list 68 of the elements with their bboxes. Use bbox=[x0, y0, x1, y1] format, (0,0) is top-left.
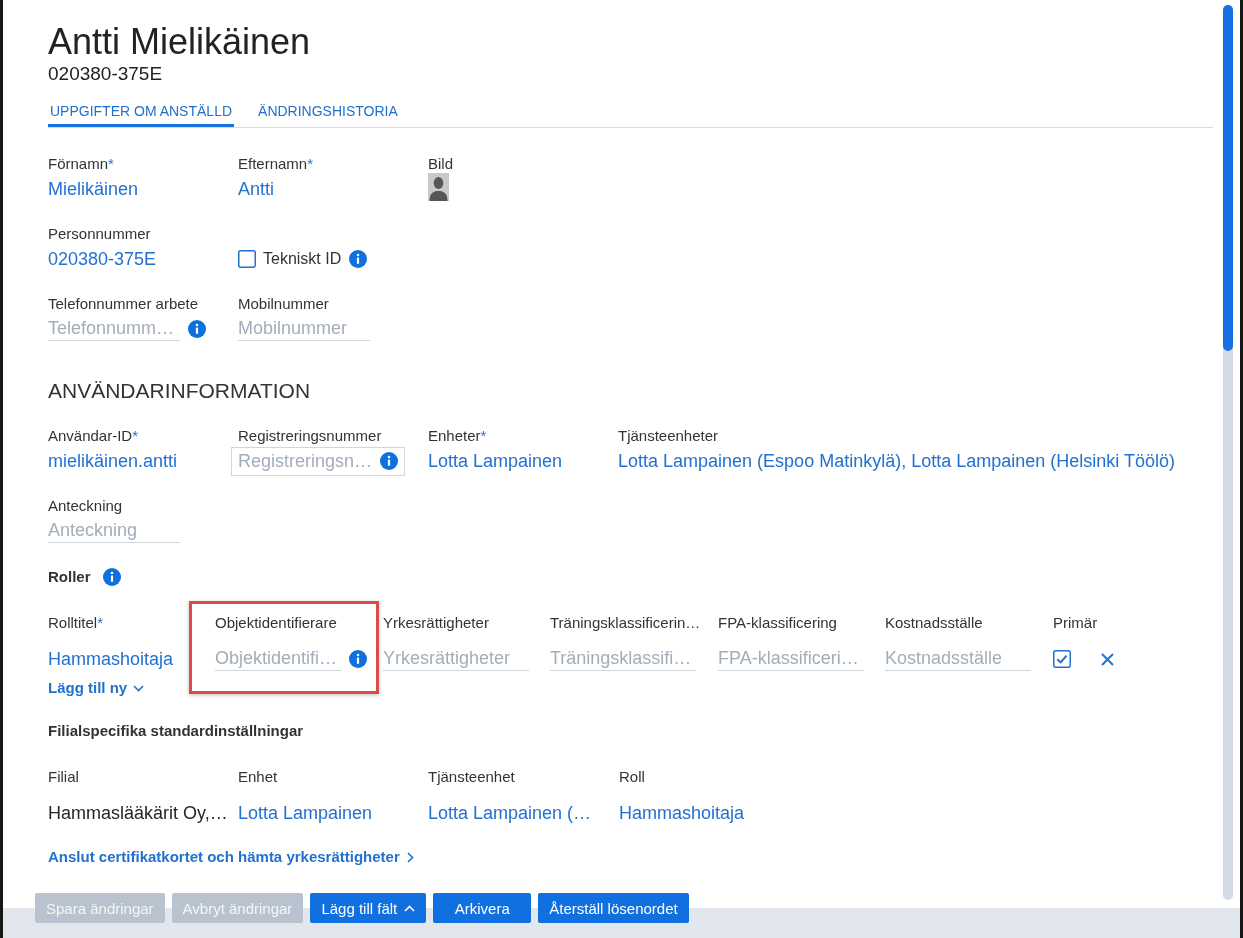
scrollbar-track[interactable] bbox=[1223, 5, 1233, 900]
field-value: mielikäinen.antti bbox=[48, 450, 178, 473]
table-cell[interactable]: Lotta Lampainen bbox=[238, 801, 373, 825]
remove-button[interactable] bbox=[1101, 652, 1114, 666]
checkbox-label: Tekniskt ID bbox=[263, 249, 342, 269]
column-header: Rolltitel* bbox=[48, 614, 104, 631]
field-value: Hammashoitaja bbox=[48, 648, 174, 671]
input-field[interactable]: Yrkesrättigheter bbox=[383, 647, 529, 671]
column-header: Träningsklassificerin… bbox=[550, 614, 701, 631]
column-header: Filial bbox=[48, 768, 79, 786]
column-header: Kostnadsställe bbox=[885, 614, 983, 631]
column-header: Enhet bbox=[238, 768, 278, 786]
table-cell-text: Hammaslääkärit Oy,… bbox=[48, 802, 228, 825]
column-header: FPA-klassificering bbox=[718, 614, 837, 631]
chevron-right-icon bbox=[406, 851, 414, 863]
column-header: Objektidentifierare bbox=[215, 614, 337, 631]
employee-name: Antti Mielikäinen bbox=[48, 21, 312, 63]
certificate-link[interactable]: Anslut certifikatkortet och hämta yrkesrättigheter bbox=[48, 847, 414, 867]
input-field[interactable]: Träningsklassifi… bbox=[550, 647, 696, 671]
input-field[interactable]: Registreringsn… bbox=[231, 446, 405, 476]
field-value: Mielikäinen bbox=[48, 178, 139, 201]
table-cell[interactable]: Hammashoitaja bbox=[619, 801, 745, 825]
info-icon[interactable] bbox=[349, 650, 367, 668]
footer-button[interactable]: Återställ lösenordet bbox=[538, 893, 689, 923]
input-field[interactable]: Mobilnummer bbox=[238, 317, 370, 341]
field-value: Lotta Lampainen bbox=[428, 450, 563, 473]
person-silhouette-icon bbox=[428, 173, 449, 201]
chevron-down-icon bbox=[133, 684, 145, 692]
field-label: Registreringsnummer bbox=[238, 427, 382, 445]
footer-button[interactable]: Arkivera bbox=[433, 893, 532, 923]
column-header: Primär bbox=[1053, 614, 1098, 631]
scrollbar-thumb[interactable] bbox=[1223, 5, 1233, 351]
field-label: Bild bbox=[428, 155, 453, 173]
input-field[interactable]: Telefonnumm… bbox=[48, 317, 180, 341]
employee-id: 020380-375E bbox=[48, 63, 164, 85]
tab[interactable]: ÄNDRINGSHISTORIA bbox=[256, 102, 400, 127]
section-heading: Roller bbox=[48, 567, 91, 587]
field-label: Förnamn* bbox=[48, 155, 114, 173]
table-cell[interactable]: Lotta Lampainen (… bbox=[428, 801, 592, 825]
footer-button[interactable]: Lägg till fält bbox=[310, 893, 427, 923]
checkbox[interactable] bbox=[1053, 650, 1071, 668]
section-heading: ANVÄNDARINFORMATION bbox=[48, 378, 312, 404]
field-label: Efternamn* bbox=[238, 155, 314, 173]
input-field[interactable]: Kostnadsställe bbox=[885, 647, 1031, 671]
add-new-button[interactable]: Lägg till ny bbox=[48, 678, 145, 698]
field-value: Lotta Lampainen (Espoo Matinkylä), Lotta Lampainen (Helsinki Töölö) bbox=[618, 450, 1175, 473]
info-icon[interactable] bbox=[102, 568, 121, 586]
info-icon[interactable] bbox=[349, 250, 368, 268]
field-label: Telefonnummer arbete bbox=[48, 295, 199, 313]
field-label: Enheter* bbox=[428, 427, 487, 445]
field-value: 020380-375E bbox=[48, 248, 157, 271]
field-label: Mobilnummer bbox=[238, 295, 329, 313]
info-icon[interactable] bbox=[380, 452, 398, 470]
info-icon[interactable] bbox=[188, 320, 206, 338]
field-label: Tjänsteenheter bbox=[618, 427, 719, 445]
field-label: Personnummer bbox=[48, 225, 151, 243]
field-value: Antti bbox=[238, 178, 275, 201]
checkbox[interactable] bbox=[238, 250, 256, 268]
input-field[interactable]: Objektidentifi… bbox=[215, 647, 341, 671]
tab[interactable]: UPPGIFTER OM ANSTÄLLD bbox=[48, 102, 235, 127]
section-heading: Filialspecifika standardinställningar bbox=[48, 721, 304, 741]
column-header: Yrkesrättigheter bbox=[383, 614, 489, 631]
input-field[interactable]: FPA-klassificeri… bbox=[718, 647, 864, 671]
column-header: Tjänsteenhet bbox=[428, 768, 515, 786]
input-field[interactable]: Anteckning bbox=[48, 519, 180, 543]
field-label: Anteckning bbox=[48, 497, 123, 515]
column-header: Roll bbox=[619, 768, 645, 786]
field-label: Användar-ID* bbox=[48, 427, 139, 445]
